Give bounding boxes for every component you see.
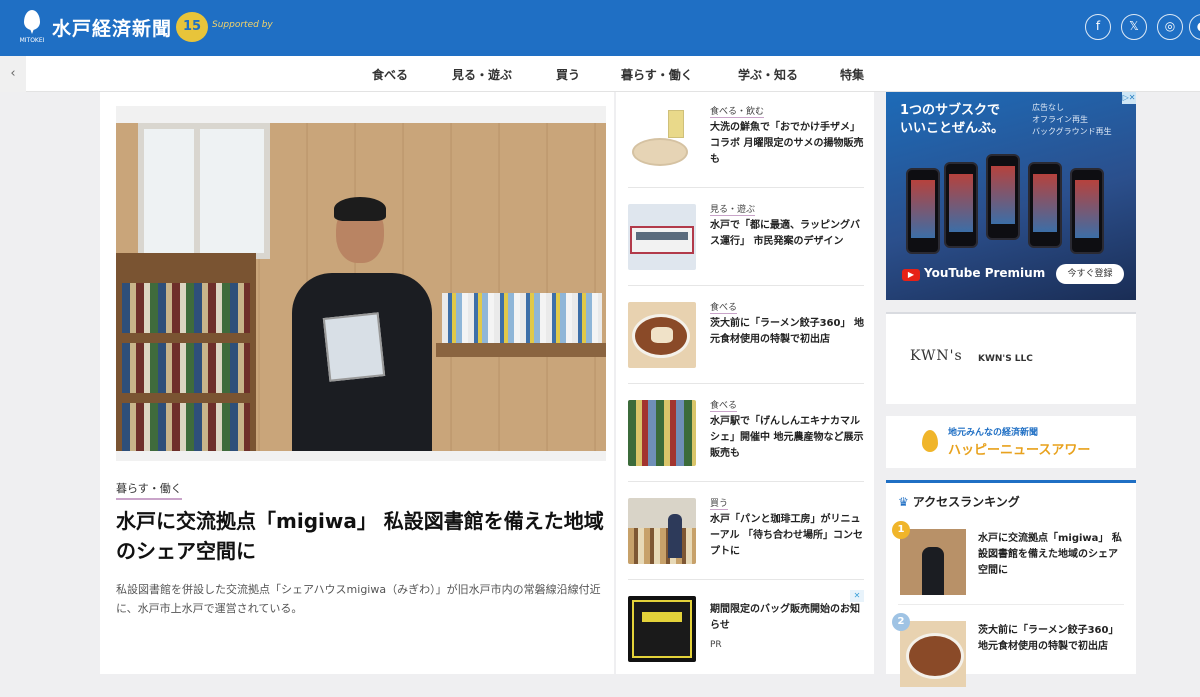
site-header: MITOKEI 水戸経済新聞 15 Supported by f 𝕏 ◎ ● (0, 0, 1200, 56)
article-thumbnail[interactable] (628, 106, 696, 172)
article-title[interactable]: 水戸駅で「げんしんエキナカマルシェ」開催中 地元農産物など展示販売も (710, 414, 864, 462)
phone-image (906, 168, 940, 254)
instagram-icon[interactable]: ◎ (1157, 14, 1183, 40)
ranking-heading: ♛ アクセスランキング (898, 495, 1020, 509)
article-thumbnail[interactable] (628, 400, 696, 466)
ad-choices-icon[interactable]: ✕ (850, 590, 864, 602)
phone-image (1070, 168, 1104, 254)
nav-item-feature[interactable]: 特集 (840, 66, 864, 83)
rank-number-badge: 2 (892, 613, 910, 631)
phone-image (986, 154, 1020, 240)
happy-news-subtitle: 地元みんなの経済新聞 (948, 428, 1039, 438)
sponsor-name: KWN'S LLC (978, 354, 1033, 364)
ranking-item[interactable]: 1 水戸に交流拠点「migiwa」 私設図書館を備えた地域のシェア空間に (892, 519, 1124, 605)
nav-item-buy[interactable]: 買う (556, 66, 580, 83)
list-item[interactable]: 食べる 水戸駅で「げんしんエキナカマルシェ」開催中 地元農産物など展示販売も (628, 394, 864, 482)
ad-copy: 1つのサブスクで いいことぜんぶ。 (900, 103, 1005, 136)
article-tag[interactable]: 見る・遊ぶ (710, 202, 756, 216)
article-title[interactable]: 大洗の鮮魚で「おでかけ手ザメ」コラボ 月曜限定のサメの揚物販売も (710, 120, 864, 168)
ad-label: PR (710, 640, 722, 650)
nav-item-learn[interactable]: 学ぶ・知る (738, 66, 798, 83)
ranking-title[interactable]: 水戸に交流拠点「migiwa」 私設図書館を備えた地域のシェア空間に (978, 531, 1124, 579)
list-item[interactable]: 買う 水戸「パンと珈琲工房」がリニューアル 「待ち合わせ場所」コンセプトに (628, 492, 864, 580)
nav-item-eat[interactable]: 食べる (372, 66, 408, 83)
article-thumbnail[interactable] (628, 204, 696, 270)
article-tag[interactable]: 食べる・飲む (710, 104, 765, 118)
article-thumbnail[interactable] (628, 302, 696, 368)
crown-icon: ♛ (898, 495, 909, 509)
ad-cta-button[interactable]: 今すぐ登録 (1056, 264, 1124, 284)
ranking-thumbnail[interactable] (900, 529, 966, 595)
youtube-premium-logo: YouTube Premium (902, 266, 1045, 281)
article-category[interactable]: 暮らす・働く (116, 480, 182, 500)
article-title[interactable]: 水戸で「都に最適、ラッピングバス運行」 市民発案のデザイン (710, 218, 864, 250)
article-thumbnail[interactable] (628, 498, 696, 564)
happy-news-banner[interactable]: 地元みんなの経済新聞 ハッピーニュースアワー (886, 416, 1136, 468)
category-nav: ‹ 食べる 見る・遊ぶ 買う 暮らす・働く 学ぶ・知る 特集 (0, 56, 1200, 92)
ad-features: 広告なし オフライン再生 バックグラウンド再生 (1032, 103, 1112, 136)
site-title[interactable]: 水戸経済新聞 (52, 14, 172, 41)
nav-back-icon[interactable]: ‹ (0, 56, 26, 92)
facebook-icon[interactable]: f (1085, 14, 1111, 40)
list-item[interactable]: 食べる・飲む 大洗の鮮魚で「おでかけ手ザメ」コラボ 月曜限定のサメの揚物販売も (628, 100, 864, 188)
ad-thumbnail[interactable] (628, 596, 696, 662)
list-item[interactable]: 食べる 茨大前に「ラーメン餃子360」 地元食材使用の特製で初出店 (628, 296, 864, 384)
ad-title[interactable]: 期間限定のバッグ販売開始のお知らせ (710, 602, 864, 634)
article-tag[interactable]: 買う (710, 496, 729, 510)
phone-image (1028, 162, 1062, 248)
list-item-ad[interactable]: ✕ 期間限定のバッグ販売開始のお知らせ PR (628, 590, 864, 678)
ad-close-icon[interactable]: ▷✕ (1122, 92, 1136, 104)
main-article: 暮らす・働く 水戸に交流拠点「migiwa」 私設図書館を備えた地域のシェア空間… (100, 92, 614, 674)
anniversary-text: Supported by (212, 20, 273, 30)
access-ranking: ♛ アクセスランキング 1 水戸に交流拠点「migiwa」 私設図書館を備えた地域… (886, 480, 1136, 687)
article-title[interactable]: 水戸「パンと珈琲工房」がリニューアル 「待ち合わせ場所」コンセプトに (710, 512, 864, 560)
article-title[interactable]: 茨大前に「ラーメン餃子360」 地元食材使用の特製で初出店 (710, 316, 864, 348)
more-icon[interactable]: ● (1189, 14, 1200, 40)
logo-pin-icon[interactable]: MITOKEI (18, 10, 46, 46)
happy-news-title: ハッピーニュースアワー (948, 443, 1091, 458)
logo-sub: MITOKEI (19, 37, 45, 44)
side-article-list: 食べる・飲む 大洗の鮮魚で「おでかけ手ザメ」コラボ 月曜限定のサメの揚物販売も … (616, 92, 874, 674)
youtube-premium-ad[interactable]: ▷✕ 1つのサブスクで いいことぜんぶ。 広告なし オフライン再生 バックグラウ… (886, 92, 1136, 300)
rank-number-badge: 1 (892, 521, 910, 539)
ranking-title[interactable]: 茨大前に「ラーメン餃子360」 地元食材使用の特製で初出店 (978, 623, 1124, 655)
bookshelf-image (116, 253, 256, 451)
nav-item-live-work[interactable]: 暮らす・働く (621, 66, 693, 83)
x-icon[interactable]: 𝕏 (1121, 14, 1147, 40)
window-image (138, 123, 270, 259)
article-tag[interactable]: 食べる (710, 398, 738, 412)
hero-image-frame[interactable] (116, 106, 606, 461)
sponsor-logo: KWN's (910, 348, 963, 364)
article-lead: 私設図書館を併設した交流拠点「シェアハウスmigiwa（みぎわ）」が旧水戸市内の… (116, 583, 601, 615)
hero-photo[interactable] (116, 123, 606, 451)
happy-news-pin-icon (922, 430, 938, 452)
phone-image (944, 162, 978, 248)
ranking-item[interactable]: 2 茨大前に「ラーメン餃子360」 地元食材使用の特製で初出店 (892, 611, 1124, 697)
anniversary-badge: 15 (176, 12, 208, 42)
article-headline[interactable]: 水戸に交流拠点「migiwa」 私設図書館を備えた地域のシェア空間に (116, 506, 606, 566)
sponsor-banner[interactable]: KWN's KWN'S LLC (886, 312, 1136, 404)
right-sidebar: ▷✕ 1つのサブスクで いいことぜんぶ。 広告なし オフライン再生 バックグラウ… (886, 92, 1136, 687)
ranking-thumbnail[interactable] (900, 621, 966, 687)
article-tag[interactable]: 食べる (710, 300, 738, 314)
nav-item-see-play[interactable]: 見る・遊ぶ (452, 66, 512, 83)
list-item[interactable]: 見る・遊ぶ 水戸で「都に最適、ラッピングバス運行」 市民発案のデザイン (628, 198, 864, 286)
